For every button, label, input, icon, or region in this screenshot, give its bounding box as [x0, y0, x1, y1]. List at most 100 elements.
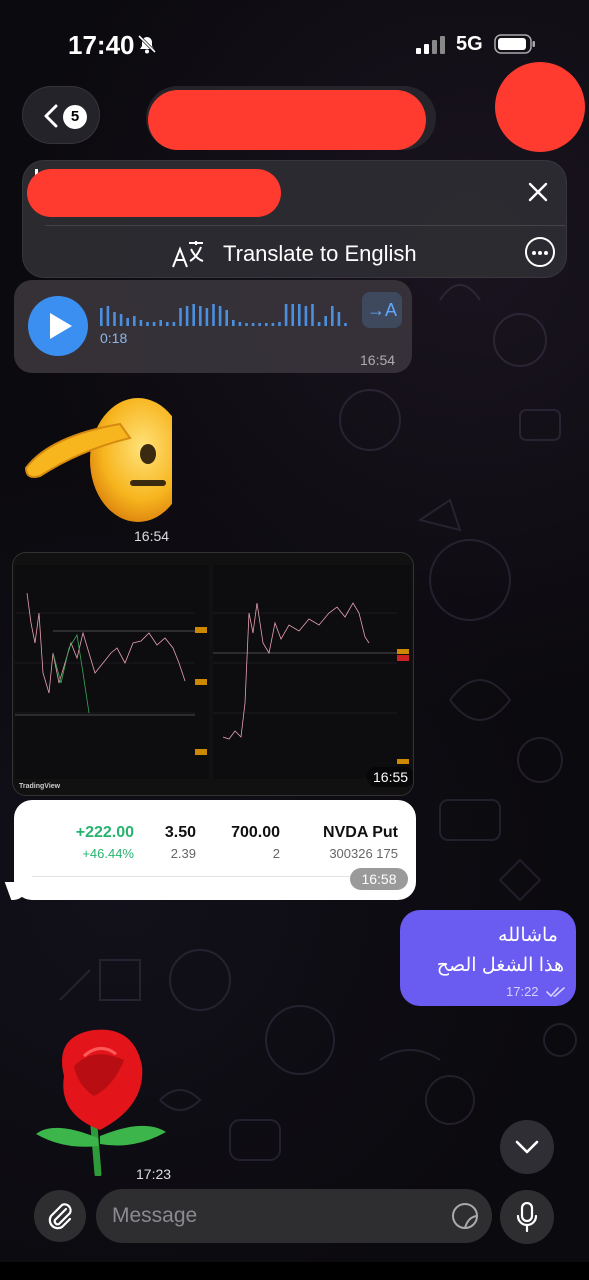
waveform-bar [251, 323, 255, 326]
waveform-bar [179, 308, 182, 326]
price-sub: 2.39 [170, 846, 196, 861]
waveform-bar [265, 323, 268, 326]
saluting-face-sticker[interactable] [20, 392, 172, 522]
waveform-bar [331, 306, 334, 326]
trading-chart-image [13, 553, 413, 795]
waveform-bar [337, 312, 341, 326]
network-type: 5G [456, 33, 483, 55]
sticker-icon[interactable] [450, 1201, 480, 1231]
waveform-bar [172, 322, 176, 326]
waveform-bar [119, 314, 123, 326]
waveform-bar [258, 323, 261, 326]
waveform-bar [218, 306, 222, 326]
bell-off-icon [137, 34, 157, 54]
waveform-bar [344, 323, 347, 326]
microphone-icon [516, 1202, 538, 1232]
attach-button[interactable] [34, 1190, 86, 1242]
paperclip-icon [48, 1203, 72, 1230]
waveform-bar [106, 306, 110, 326]
redacted-pinned-message[interactable] [27, 169, 281, 217]
outgoing-message[interactable]: ماشالله هذا الشغل الصح 17:22 [400, 910, 576, 1006]
qty-sub: 2 [272, 846, 280, 861]
waveform-bar [159, 320, 162, 326]
divider [32, 876, 402, 877]
contract-value: 300326 175 [329, 846, 398, 861]
scroll-to-bottom-button[interactable] [500, 1120, 554, 1174]
tradingview-watermark: TradingView [19, 783, 61, 790]
pl-column: +222.00 +46.44% [54, 824, 134, 861]
battery-icon [494, 34, 535, 54]
message-time: 16:58 [350, 868, 408, 890]
price-column: 3.50 2.39 [134, 824, 196, 861]
qty-value: 700.00 [231, 824, 280, 841]
status-time: 17:40 [68, 30, 135, 60]
waveform-bar [139, 320, 143, 326]
voice-duration: 0:18 [100, 330, 128, 346]
rose-sticker[interactable] [34, 1026, 168, 1176]
avatar[interactable] [495, 62, 585, 152]
message-input[interactable] [96, 1189, 492, 1243]
chevron-left-icon [44, 104, 58, 128]
waveform-bar [100, 308, 103, 326]
symbol-value: NVDA Put [323, 824, 398, 841]
waveform-bar [212, 304, 215, 326]
waveform-bar [146, 322, 149, 326]
waveform-bar [185, 306, 189, 326]
back-button[interactable]: 5 [22, 86, 100, 144]
translate-icon [172, 241, 204, 268]
translate-button[interactable]: Translate to English [171, 235, 431, 273]
waveform-bar [311, 304, 314, 326]
waveform-bar [166, 322, 169, 326]
waveform-bar [278, 322, 281, 326]
double-check-icon [546, 987, 565, 998]
waveform-bar [298, 304, 301, 326]
divider [45, 225, 565, 226]
pinned-translate-banner: Translate to English [22, 160, 567, 278]
waveform [100, 304, 347, 326]
play-icon [50, 313, 72, 339]
waveform-bar [284, 304, 288, 326]
waveform-bar [232, 320, 235, 326]
chart-screenshot[interactable]: TradingView 16:55 [12, 552, 414, 796]
play-button[interactable] [28, 296, 88, 356]
waveform-bar [238, 322, 242, 326]
waveform-bar [113, 312, 116, 326]
transcribe-button[interactable]: →A [362, 292, 402, 328]
waveform-bar [317, 322, 321, 326]
position-card-message[interactable]: +222.00 +46.44% 3.50 2.39 700.00 2 NVDA … [14, 800, 416, 900]
status-bar: 17:40 5G [0, 0, 589, 80]
waveform-bar [152, 322, 156, 326]
message-text-line1: ماشالله [498, 925, 558, 946]
redacted-chat-title [148, 90, 426, 150]
home-indicator-area [0, 1262, 589, 1280]
message-time: 17:22 [506, 984, 539, 999]
sticker-time: 17:23 [136, 1166, 172, 1182]
sticker-time: 16:54 [134, 528, 170, 544]
waveform-bar [133, 316, 136, 326]
qty-column: 700.00 2 [210, 824, 280, 861]
waveform-bar [126, 318, 129, 326]
waveform-bar [225, 310, 228, 326]
waveform-bar [205, 308, 209, 326]
close-icon[interactable] [527, 181, 549, 203]
translate-label: Translate to English [223, 241, 417, 266]
pl-value: +222.00 [75, 824, 134, 841]
waveform-bar [245, 323, 248, 326]
message-time: 16:54 [360, 352, 396, 368]
waveform-bar [291, 304, 294, 326]
price-value: 3.50 [164, 824, 196, 841]
symbol-column: NVDA Put 300326 175 [296, 824, 398, 861]
waveform-bar [192, 304, 195, 326]
message-text-line2: هذا الشغل الصح [436, 955, 564, 976]
more-options-icon[interactable] [525, 237, 555, 267]
waveform-bar [304, 306, 308, 326]
message-time: 16:55 [367, 767, 413, 787]
voice-record-button[interactable] [500, 1190, 554, 1244]
voice-message[interactable]: 0:18 →A 16:54 [14, 280, 412, 373]
waveform-bar [199, 306, 202, 326]
chevron-down-icon [515, 1140, 539, 1154]
pl-percent: +46.44% [82, 846, 134, 861]
unread-count-badge: 5 [63, 105, 87, 129]
signal-icon [416, 36, 445, 54]
waveform-bar [271, 323, 275, 326]
